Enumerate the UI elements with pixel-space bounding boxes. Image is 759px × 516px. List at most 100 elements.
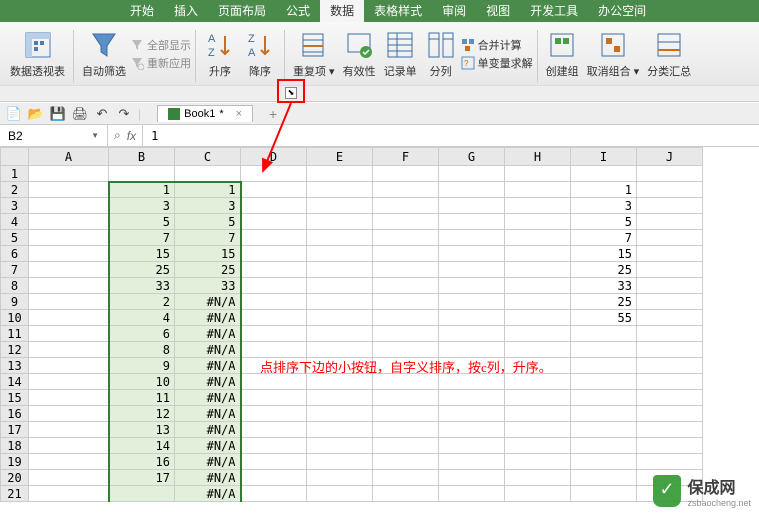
cell-C4[interactable]: 5	[175, 214, 241, 230]
cell-D11[interactable]	[241, 326, 307, 342]
cell-H7[interactable]	[505, 262, 571, 278]
cell-H12[interactable]	[505, 342, 571, 358]
cell-I2[interactable]: 1	[571, 182, 637, 198]
cell-I13[interactable]	[571, 358, 637, 374]
cell-E11[interactable]	[307, 326, 373, 342]
row-header-4[interactable]: 4	[1, 214, 29, 230]
col-header-J[interactable]: J	[637, 148, 703, 166]
cell-C11[interactable]: #N/A	[175, 326, 241, 342]
cell-B16[interactable]: 12	[109, 406, 175, 422]
cell-C15[interactable]: #N/A	[175, 390, 241, 406]
cell-H15[interactable]	[505, 390, 571, 406]
cell-I18[interactable]	[571, 438, 637, 454]
cell-B3[interactable]: 3	[109, 198, 175, 214]
cell-A14[interactable]	[29, 374, 109, 390]
cell-I20[interactable]	[571, 470, 637, 486]
cell-A1[interactable]	[29, 166, 109, 182]
cell-B6[interactable]: 15	[109, 246, 175, 262]
cell-E17[interactable]	[307, 422, 373, 438]
cell-A2[interactable]	[29, 182, 109, 198]
cell-I19[interactable]	[571, 454, 637, 470]
cell-C7[interactable]: 25	[175, 262, 241, 278]
cell-J10[interactable]	[637, 310, 703, 326]
cell-B14[interactable]: 10	[109, 374, 175, 390]
cell-D9[interactable]	[241, 294, 307, 310]
cell-F8[interactable]	[373, 278, 439, 294]
new-workbook-button[interactable]: +	[269, 106, 277, 122]
cell-G9[interactable]	[439, 294, 505, 310]
qat-print-button[interactable]: 🖨	[72, 106, 88, 122]
cell-F7[interactable]	[373, 262, 439, 278]
solver-button[interactable]: ? 单变量求解	[461, 55, 533, 71]
cell-D19[interactable]	[241, 454, 307, 470]
cell-D18[interactable]	[241, 438, 307, 454]
cell-E7[interactable]	[307, 262, 373, 278]
row-header-16[interactable]: 16	[1, 406, 29, 422]
text-to-columns-button[interactable]: 分列	[421, 26, 461, 81]
cell-A17[interactable]	[29, 422, 109, 438]
row-header-12[interactable]: 12	[1, 342, 29, 358]
cell-J3[interactable]	[637, 198, 703, 214]
cell-G11[interactable]	[439, 326, 505, 342]
cell-B11[interactable]: 6	[109, 326, 175, 342]
cell-J2[interactable]	[637, 182, 703, 198]
cell-H17[interactable]	[505, 422, 571, 438]
menu-tab-4[interactable]: 数据	[320, 0, 364, 22]
col-header-F[interactable]: F	[373, 148, 439, 166]
cell-A16[interactable]	[29, 406, 109, 422]
cell-G10[interactable]	[439, 310, 505, 326]
cell-G19[interactable]	[439, 454, 505, 470]
cell-E2[interactable]	[307, 182, 373, 198]
cell-A8[interactable]	[29, 278, 109, 294]
row-header-21[interactable]: 21	[1, 486, 29, 502]
cell-E9[interactable]	[307, 294, 373, 310]
col-header-H[interactable]: H	[505, 148, 571, 166]
cell-A10[interactable]	[29, 310, 109, 326]
cell-G18[interactable]	[439, 438, 505, 454]
cell-G5[interactable]	[439, 230, 505, 246]
cell-D15[interactable]	[241, 390, 307, 406]
cell-E20[interactable]	[307, 470, 373, 486]
cell-F11[interactable]	[373, 326, 439, 342]
cell-C2[interactable]: 1	[175, 182, 241, 198]
cell-C19[interactable]: #N/A	[175, 454, 241, 470]
row-header-14[interactable]: 14	[1, 374, 29, 390]
col-header-C[interactable]: C	[175, 148, 241, 166]
duplicates-button[interactable]: 重复项 ▾	[289, 26, 339, 81]
cell-H2[interactable]	[505, 182, 571, 198]
cell-G20[interactable]	[439, 470, 505, 486]
cell-C14[interactable]: #N/A	[175, 374, 241, 390]
cell-C8[interactable]: 33	[175, 278, 241, 294]
cell-G12[interactable]	[439, 342, 505, 358]
sort-asc-button[interactable]: AZ 升序	[200, 26, 240, 81]
cell-C20[interactable]: #N/A	[175, 470, 241, 486]
cell-F3[interactable]	[373, 198, 439, 214]
cell-F15[interactable]	[373, 390, 439, 406]
row-header-3[interactable]: 3	[1, 198, 29, 214]
autofilter-button[interactable]: 自动筛选	[78, 26, 130, 81]
cell-I11[interactable]	[571, 326, 637, 342]
sort-dialog-launcher[interactable]: ⬊	[285, 87, 297, 99]
cell-H9[interactable]	[505, 294, 571, 310]
row-header-8[interactable]: 8	[1, 278, 29, 294]
cell-H16[interactable]	[505, 406, 571, 422]
cell-J1[interactable]	[637, 166, 703, 182]
cell-H3[interactable]	[505, 198, 571, 214]
cell-C12[interactable]: #N/A	[175, 342, 241, 358]
cell-H18[interactable]	[505, 438, 571, 454]
cell-F4[interactable]	[373, 214, 439, 230]
cell-F19[interactable]	[373, 454, 439, 470]
validity-button[interactable]: 有效性	[339, 26, 380, 81]
cell-H8[interactable]	[505, 278, 571, 294]
cell-C17[interactable]: #N/A	[175, 422, 241, 438]
cell-B9[interactable]: 2	[109, 294, 175, 310]
menu-tab-0[interactable]: 开始	[120, 0, 164, 22]
cell-G7[interactable]	[439, 262, 505, 278]
cell-A18[interactable]	[29, 438, 109, 454]
cell-H21[interactable]	[505, 486, 571, 502]
cell-D4[interactable]	[241, 214, 307, 230]
row-header-5[interactable]: 5	[1, 230, 29, 246]
cell-E18[interactable]	[307, 438, 373, 454]
cell-G3[interactable]	[439, 198, 505, 214]
cell-E3[interactable]	[307, 198, 373, 214]
